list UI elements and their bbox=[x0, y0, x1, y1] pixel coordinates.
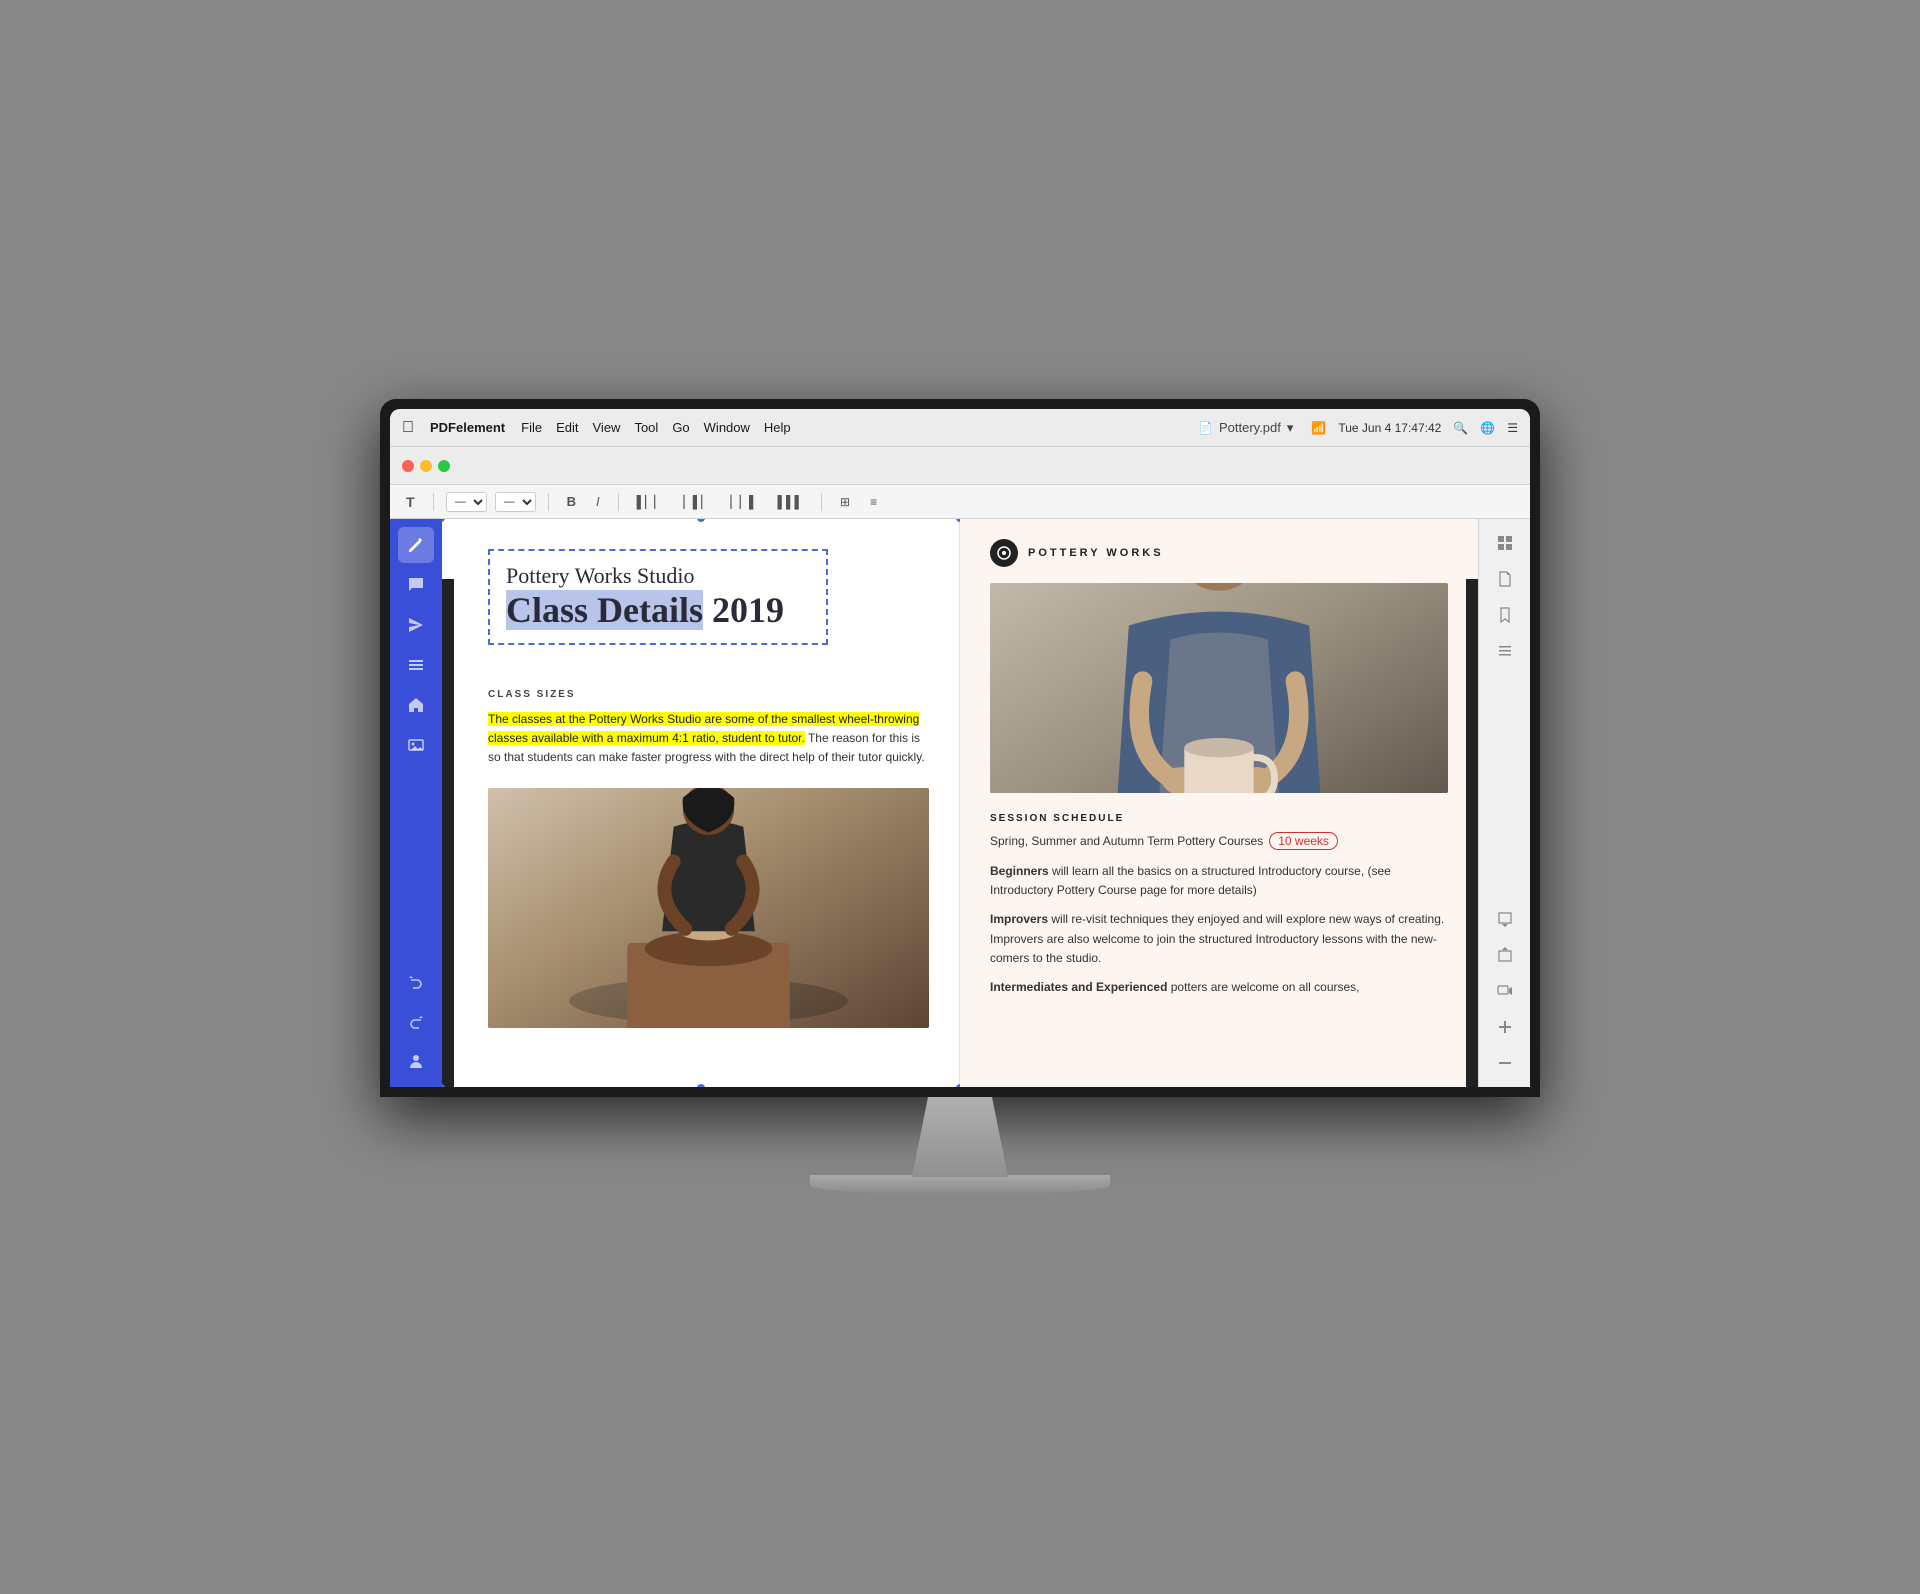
apple-logo-icon:  bbox=[402, 419, 414, 437]
font-family-select[interactable]: — bbox=[446, 492, 487, 512]
intermediates-section: Intermediates and Experienced potters ar… bbox=[990, 978, 1448, 997]
search-icon[interactable]: 🔍 bbox=[1453, 421, 1468, 435]
right-add-icon[interactable] bbox=[1489, 1011, 1521, 1043]
menu-icon[interactable]: ☰ bbox=[1507, 421, 1518, 435]
pottery-mug-image bbox=[990, 583, 1448, 793]
right-border-decoration bbox=[1466, 579, 1478, 1087]
pdf-file-icon: 📄 bbox=[1198, 421, 1213, 435]
sidebar-redo-icon[interactable] bbox=[398, 1003, 434, 1039]
toolbar-separator-3 bbox=[618, 493, 619, 511]
wifi-icon: 📶 bbox=[1311, 421, 1326, 435]
left-border-decoration bbox=[442, 579, 454, 1087]
right-grid-icon[interactable] bbox=[1489, 527, 1521, 559]
session-intro-text: Spring, Summer and Autumn Term Pottery C… bbox=[990, 834, 1263, 848]
toolbar-separator-1 bbox=[433, 493, 434, 511]
beginners-label: Beginners bbox=[990, 864, 1049, 878]
pdf-page: Pottery Works Studio Class Details 2019 … bbox=[442, 519, 1478, 1087]
dropdown-chevron-icon[interactable]: ▾ bbox=[1287, 420, 1294, 436]
improvers-text: will re-visit techniques they enjoyed an… bbox=[990, 912, 1444, 964]
bold-button[interactable]: B bbox=[561, 492, 582, 511]
window-menu[interactable]: Window bbox=[704, 420, 750, 435]
sidebar-edit-icon[interactable] bbox=[398, 527, 434, 563]
sidebar-home-icon[interactable] bbox=[398, 687, 434, 723]
right-page-down-icon[interactable] bbox=[1489, 903, 1521, 935]
sidebar-user-icon[interactable] bbox=[398, 1043, 434, 1079]
minimize-button[interactable] bbox=[420, 460, 432, 472]
right-panel bbox=[1478, 519, 1530, 1087]
brand-header: POTTERY WORKS bbox=[990, 539, 1448, 567]
monitor-base bbox=[810, 1175, 1110, 1195]
right-minus-icon[interactable] bbox=[1489, 1047, 1521, 1079]
sidebar-image-icon[interactable] bbox=[398, 727, 434, 763]
pottery-wheel-image bbox=[488, 788, 929, 1028]
toolbar: T — — B I ▌▏▏ ▏▌▏ ▏▏▌ ▌▌▌ bbox=[390, 485, 1530, 519]
toolbar-separator-2 bbox=[548, 493, 549, 511]
app-name-menu[interactable]: PDFelement bbox=[430, 420, 505, 435]
pdf-right-page: POTTERY WORKS bbox=[960, 519, 1478, 1087]
sidebar-list-icon[interactable] bbox=[398, 647, 434, 683]
title-line-1: Pottery Works Studio bbox=[506, 563, 810, 589]
align-justify-button[interactable]: ▌▌▌ bbox=[771, 493, 809, 511]
session-schedule-header: SESSION SCHEDULE bbox=[990, 813, 1448, 824]
tool-menu[interactable]: Tool bbox=[634, 420, 658, 435]
app-window: T — — B I ▌▏▏ ▏▌▏ ▏▏▌ ▌▌▌ bbox=[390, 447, 1530, 1087]
traffic-lights bbox=[402, 460, 450, 472]
title-year: 2019 bbox=[703, 590, 784, 630]
weeks-badge: 10 weeks bbox=[1269, 832, 1338, 850]
system-menubar:  PDFelement File Edit View Tool Go Wind… bbox=[390, 409, 1530, 447]
beginners-section: Beginners will learn all the basics on a… bbox=[990, 862, 1448, 900]
text-tool-button[interactable]: T bbox=[400, 492, 421, 512]
close-button[interactable] bbox=[402, 460, 414, 472]
intermediates-label: Intermediates and Experienced bbox=[990, 980, 1167, 994]
session-intro: Spring, Summer and Autumn Term Pottery C… bbox=[990, 832, 1448, 850]
beginners-text: will learn all the basics on a structure… bbox=[990, 864, 1391, 897]
maximize-button[interactable] bbox=[438, 460, 450, 472]
main-area: Pottery Works Studio Class Details 2019 … bbox=[390, 519, 1530, 1087]
align-center-button[interactable]: ▏▌▏ bbox=[678, 493, 717, 511]
list-button[interactable]: ≡ bbox=[864, 493, 883, 511]
intermediates-text: potters are welcome on all courses, bbox=[1167, 980, 1359, 994]
align-right-button[interactable]: ▏▏▌ bbox=[725, 493, 764, 511]
view-menu[interactable]: View bbox=[593, 420, 621, 435]
language-icon[interactable]: 🌐 bbox=[1480, 421, 1495, 435]
help-menu[interactable]: Help bbox=[764, 420, 791, 435]
file-menu[interactable]: File bbox=[521, 420, 542, 435]
pdf-left-page: Pottery Works Studio Class Details 2019 … bbox=[442, 519, 960, 1087]
edit-menu[interactable]: Edit bbox=[556, 420, 578, 435]
align-left-button[interactable]: ▌▏▏ bbox=[631, 493, 670, 511]
pottery-works-logo bbox=[990, 539, 1018, 567]
pdf-area: Pottery Works Studio Class Details 2019 … bbox=[442, 519, 1478, 1087]
font-size-select[interactable]: — bbox=[495, 492, 536, 512]
improvers-section: Improvers will re-visit techniques they … bbox=[990, 910, 1448, 968]
right-bookmark-icon[interactable] bbox=[1489, 599, 1521, 631]
right-image-replace-icon[interactable] bbox=[1489, 975, 1521, 1007]
toolbar-separator-4 bbox=[821, 493, 822, 511]
right-lines-icon[interactable] bbox=[1489, 635, 1521, 667]
sidebar-comment-icon[interactable] bbox=[398, 567, 434, 603]
table-insert-button[interactable]: ⊞ bbox=[834, 493, 856, 511]
sidebar-send-icon[interactable] bbox=[398, 607, 434, 643]
title-line-2: Class Details 2019 bbox=[506, 589, 810, 631]
improvers-label: Improvers bbox=[990, 912, 1048, 926]
datetime-display: Tue Jun 4 17:47:42 bbox=[1338, 421, 1441, 435]
left-sidebar bbox=[390, 519, 442, 1087]
pottery-wheel-scene bbox=[488, 788, 929, 1028]
class-sizes-header: CLASS SIZES bbox=[488, 689, 929, 700]
go-menu[interactable]: Go bbox=[672, 420, 689, 435]
title-bar bbox=[390, 447, 1530, 485]
monitor-stand bbox=[880, 1097, 1040, 1177]
right-doc-icon[interactable] bbox=[1489, 563, 1521, 595]
sidebar-undo-icon[interactable] bbox=[398, 963, 434, 999]
brand-name-text: POTTERY WORKS bbox=[1028, 547, 1164, 559]
title-selection-box[interactable]: Pottery Works Studio Class Details 2019 bbox=[488, 549, 828, 645]
title-selected-text: Class Details bbox=[506, 590, 703, 630]
italic-button[interactable]: I bbox=[590, 492, 606, 511]
file-title[interactable]: Pottery.pdf bbox=[1219, 420, 1281, 435]
right-page-up-icon[interactable] bbox=[1489, 939, 1521, 971]
